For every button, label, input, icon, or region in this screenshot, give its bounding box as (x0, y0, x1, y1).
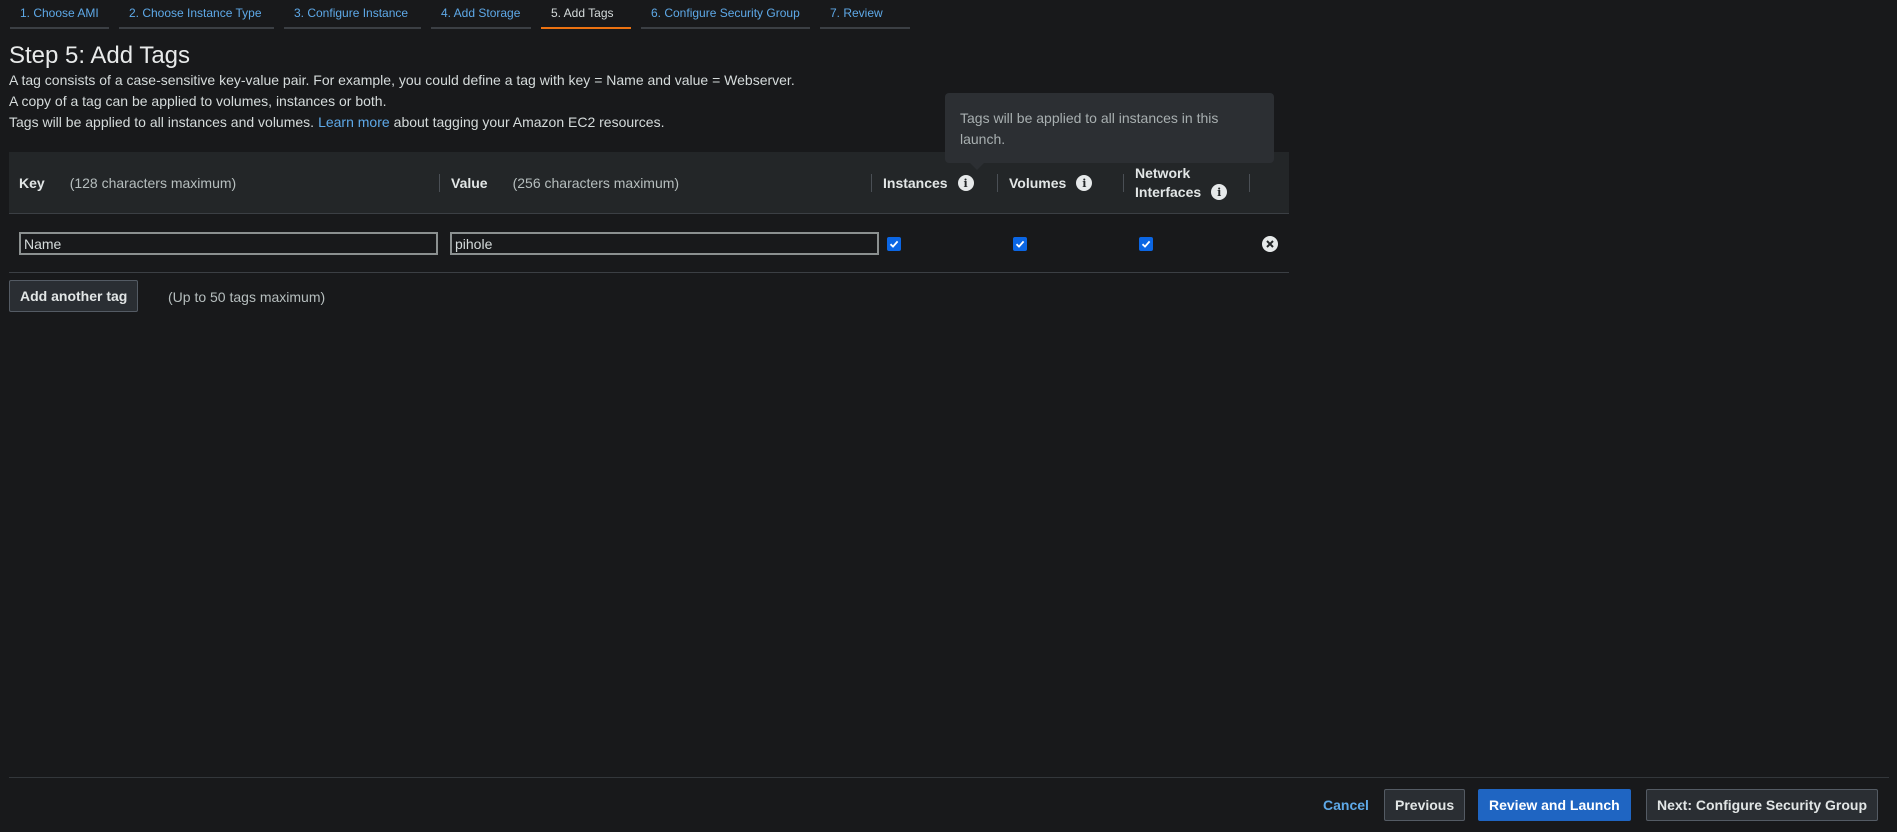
page-title: Step 5: Add Tags (9, 42, 191, 69)
column-divider (1123, 174, 1124, 192)
instances-checkbox[interactable] (887, 237, 901, 251)
description-text: Tags will be applied to all instances an… (9, 114, 315, 130)
remove-tag-button[interactable] (1262, 236, 1278, 252)
header-network-label: Network Interfaces (1135, 164, 1201, 202)
instances-tooltip: Tags will be applied to all instances in… (945, 93, 1274, 170)
learn-more-link[interactable]: Learn more (318, 114, 390, 130)
header-value-label: Value (451, 175, 488, 191)
table-row (9, 214, 1289, 273)
column-divider (997, 174, 998, 192)
close-icon (1266, 240, 1274, 248)
tab-add-tags[interactable]: 5. Add Tags (541, 0, 631, 29)
volumes-checkbox[interactable] (1013, 237, 1027, 251)
header-key: Key (128 characters maximum) (19, 152, 236, 214)
header-value-hint: (256 characters maximum) (512, 175, 680, 191)
add-another-tag-button[interactable]: Add another tag (9, 280, 139, 312)
info-icon[interactable]: i (1211, 184, 1228, 200)
check-icon (889, 240, 899, 248)
tab-review[interactable]: 7. Review (820, 0, 910, 29)
header-key-label: Key (19, 175, 45, 191)
tag-value-input[interactable] (450, 232, 879, 255)
check-icon (1141, 240, 1151, 248)
previous-button[interactable]: Previous (1384, 789, 1466, 821)
info-icon[interactable]: i (1076, 175, 1093, 191)
description-line-1: A tag consists of a case-sensitive key-v… (9, 72, 795, 88)
header-instances-label: Instances (883, 175, 948, 191)
header-volumes-label: Volumes (1009, 175, 1067, 191)
column-divider (871, 174, 872, 192)
wizard-steps: 1. Choose AMI 2. Choose Instance Type 3.… (10, 0, 920, 29)
column-divider (439, 174, 440, 192)
check-icon (1015, 240, 1025, 248)
tags-table: Key (128 characters maximum) Value (256 … (9, 152, 1289, 273)
add-tag-hint: (Up to 50 tags maximum) (168, 289, 326, 305)
column-divider (1249, 174, 1250, 192)
description-line-2: A copy of a tag can be applied to volume… (9, 93, 387, 109)
header-key-hint: (128 characters maximum) (69, 175, 237, 191)
description-line-3: Tags will be applied to all instances an… (9, 114, 664, 130)
tab-configure-security-group[interactable]: 6. Configure Security Group (641, 0, 810, 29)
cancel-button[interactable]: Cancel (1313, 789, 1379, 821)
description-text-after: about tagging your Amazon EC2 resources. (393, 114, 665, 130)
network-interfaces-checkbox[interactable] (1139, 237, 1153, 251)
next-configure-security-group-button[interactable]: Next: Configure Security Group (1646, 789, 1879, 821)
tag-key-input[interactable] (19, 232, 438, 255)
footer-divider (9, 777, 1889, 778)
info-icon[interactable]: i (957, 175, 974, 191)
tab-configure-instance[interactable]: 3. Configure Instance (284, 0, 421, 29)
review-and-launch-button[interactable]: Review and Launch (1478, 789, 1631, 821)
tab-choose-ami[interactable]: 1. Choose AMI (10, 0, 109, 29)
header-network-line1: Network (1135, 165, 1191, 181)
tab-choose-instance-type[interactable]: 2. Choose Instance Type (119, 0, 274, 29)
header-network-line2: Interfaces (1135, 184, 1202, 200)
header-value: Value (256 characters maximum) (451, 152, 679, 214)
tab-add-storage[interactable]: 4. Add Storage (431, 0, 531, 29)
